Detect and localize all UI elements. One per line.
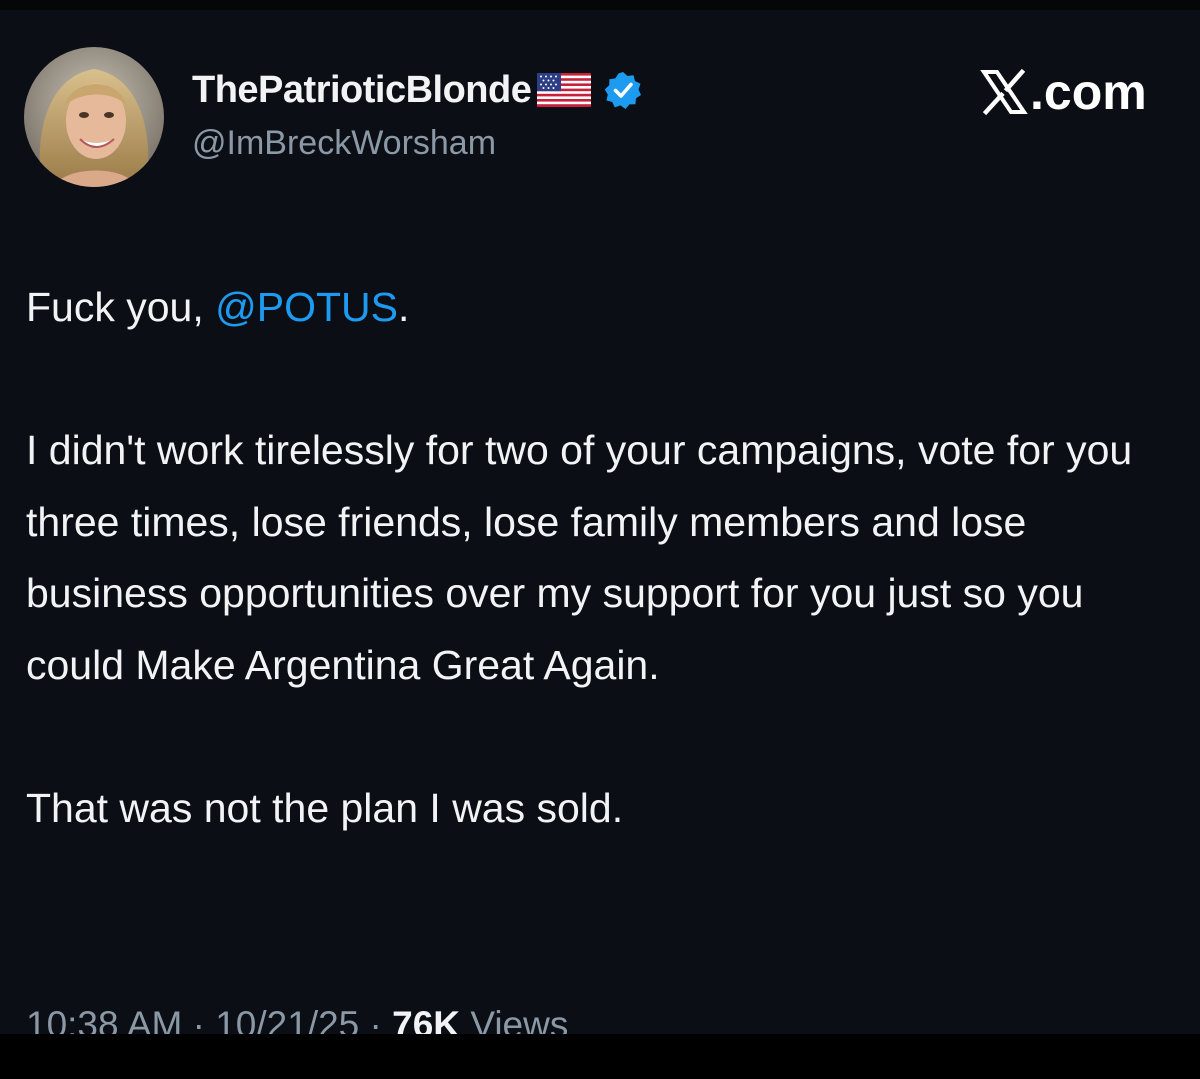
tweet-paragraph-2: I didn't work tirelessly for two of your… bbox=[26, 427, 1133, 688]
tweet-paragraph-3: That was not the plan I was sold. bbox=[26, 784, 624, 831]
us-flag-icon bbox=[537, 73, 592, 107]
tweet-text-prefix: Fuck you, bbox=[26, 284, 216, 330]
x-logo-icon bbox=[980, 68, 1028, 116]
tweet-paragraph-1: Fuck you, @POTUS. bbox=[26, 272, 1186, 344]
verified-badge-icon[interactable] bbox=[603, 70, 643, 110]
site-brand: .com bbox=[980, 64, 1147, 120]
bottom-border bbox=[0, 1034, 1200, 1079]
display-name[interactable]: ThePatrioticBlonde bbox=[192, 69, 532, 112]
avatar[interactable] bbox=[24, 47, 164, 187]
tweet-card: ThePatrioticBlonde @ImBreckWorsham .com … bbox=[0, 10, 1200, 1045]
author-handle[interactable]: @ImBreckWorsham bbox=[192, 124, 496, 163]
top-border bbox=[0, 0, 1200, 10]
mention-link[interactable]: @POTUS bbox=[215, 284, 398, 330]
avatar-image bbox=[24, 47, 164, 187]
brand-text: .com bbox=[1030, 64, 1147, 120]
tweet-body: Fuck you, @POTUS. I didn't work tireless… bbox=[26, 272, 1186, 844]
tweet-text-suffix: . bbox=[397, 284, 410, 330]
author-name-row[interactable]: ThePatrioticBlonde bbox=[192, 66, 643, 114]
